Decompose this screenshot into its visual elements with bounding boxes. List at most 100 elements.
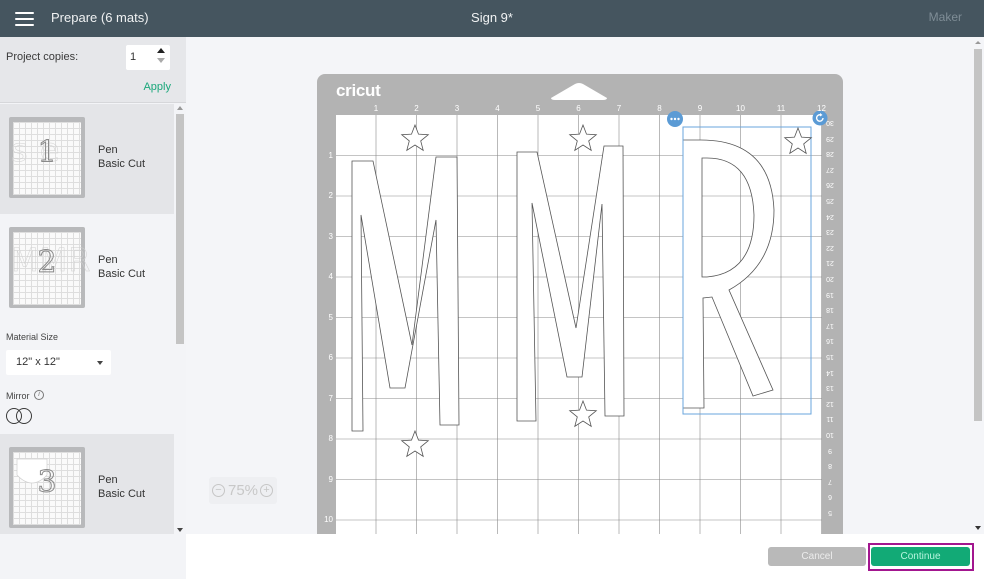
star-shape[interactable] bbox=[400, 429, 430, 458]
mat-item-1[interactable]: s e 1 Pen Basic Cut bbox=[0, 104, 174, 214]
hamburger-menu-icon[interactable] bbox=[15, 12, 34, 26]
ruler-tick-label: 5 bbox=[828, 509, 832, 516]
ruler-tick-label: 16 bbox=[826, 337, 834, 345]
mat-tool: Pen bbox=[98, 254, 118, 266]
ruler-tick-label: 17 bbox=[826, 321, 834, 329]
mat-thumbnail: MMR 2 bbox=[9, 227, 91, 308]
ruler-tick-label: 7 bbox=[616, 104, 622, 113]
mat-settings: Material Size 12" x 12" Mirror i bbox=[0, 324, 174, 434]
mat-number: 3 bbox=[37, 465, 57, 501]
prepare-title: Prepare (6 mats) bbox=[51, 10, 149, 25]
zoom-level: 75% bbox=[228, 482, 259, 499]
star-shape[interactable] bbox=[400, 123, 430, 152]
more-options-icon[interactable] bbox=[666, 110, 684, 128]
mat-thumbnail: s e 1 bbox=[9, 117, 85, 198]
zoom-in-icon[interactable]: + bbox=[260, 484, 273, 497]
machine-name: Maker bbox=[928, 10, 962, 24]
ruler-tick-label: 2 bbox=[414, 104, 419, 113]
ruler-tick-label: 5 bbox=[328, 312, 333, 322]
mat-sidebar: Project copies: 1 Apply s e 1 Pen Basic … bbox=[0, 37, 186, 579]
letter-m-1[interactable] bbox=[351, 156, 460, 432]
ruler-tick-label: 27 bbox=[826, 165, 834, 173]
mat-thumbnail: 3 bbox=[9, 447, 85, 528]
ruler-tick-label: 6 bbox=[828, 493, 832, 501]
scroll-down-icon[interactable] bbox=[177, 528, 183, 532]
ruler-tick-label: 11 bbox=[776, 104, 786, 113]
letter-r[interactable] bbox=[682, 139, 775, 409]
letter-m-2[interactable] bbox=[516, 145, 625, 422]
ruler-tick-label: 26 bbox=[826, 181, 834, 189]
canvas-scrollbar[interactable] bbox=[971, 37, 984, 534]
mat-number: 2 bbox=[37, 245, 57, 281]
material-size-select[interactable]: 12" x 12" bbox=[6, 350, 111, 375]
mat-item-3[interactable]: 3 Pen Basic Cut bbox=[0, 434, 174, 534]
mat-list: s e 1 Pen Basic Cut MMR 2 Pen Basic Cut … bbox=[0, 104, 174, 534]
ruler-tick-label: 9 bbox=[697, 104, 703, 113]
zoom-out-icon[interactable]: − bbox=[212, 484, 225, 497]
mirror-toggle[interactable] bbox=[6, 408, 33, 424]
cutting-mat: cricut 123 4 5 6 7 8 9 10 11 12 1 2 3 4 … bbox=[317, 74, 843, 544]
mat-handle-icon bbox=[551, 83, 607, 100]
ruler-tick-label: 6 bbox=[576, 104, 581, 113]
mat-operation: Basic Cut bbox=[98, 268, 146, 280]
material-size-value: 12" x 12" bbox=[16, 356, 60, 368]
ruler-tick-label: 4 bbox=[495, 104, 500, 113]
decrement-arrow-icon[interactable] bbox=[157, 58, 165, 63]
ruler-tick-label: 22 bbox=[826, 243, 834, 251]
ruler-tick-label: 8 bbox=[657, 104, 662, 113]
top-bar: Prepare (6 mats) Sign 9* Maker bbox=[0, 0, 984, 37]
apply-button[interactable]: Apply bbox=[143, 81, 171, 93]
project-copies-label: Project copies: bbox=[6, 51, 79, 63]
ruler-tick-label: 7 bbox=[828, 477, 832, 485]
scroll-up-icon[interactable] bbox=[975, 41, 981, 44]
scrollbar-thumb[interactable] bbox=[974, 49, 982, 421]
ruler-tick-label: 20 bbox=[826, 275, 834, 282]
ruler-tick-label: 14 bbox=[826, 368, 834, 376]
scroll-up-icon[interactable] bbox=[177, 106, 183, 110]
scrollbar-thumb[interactable] bbox=[176, 114, 184, 344]
project-copies-panel: Project copies: 1 Apply bbox=[0, 37, 186, 103]
chevron-down-icon bbox=[97, 361, 103, 365]
ruler-tick-label: 11 bbox=[826, 415, 834, 423]
cancel-button[interactable]: Cancel bbox=[768, 547, 866, 566]
ruler-tick-label: 19 bbox=[826, 290, 834, 298]
ruler-tick-label: 28 bbox=[826, 150, 834, 158]
design-canvas bbox=[336, 115, 822, 535]
mat-operation: Basic Cut bbox=[98, 158, 146, 170]
info-icon[interactable]: i bbox=[34, 390, 44, 400]
mat-grid bbox=[336, 115, 822, 535]
continue-button[interactable]: Continue bbox=[871, 547, 970, 566]
ruler-tick-label: 15 bbox=[826, 353, 834, 360]
sidebar-scrollbar[interactable] bbox=[174, 104, 186, 534]
star-shape[interactable] bbox=[568, 399, 598, 428]
ruler-tick-label: 7 bbox=[328, 393, 333, 403]
ruler-tick-label: 12 bbox=[826, 399, 834, 407]
mat-tool: Pen bbox=[98, 474, 118, 486]
ruler-tick-label: 9 bbox=[328, 474, 333, 484]
ruler-tick-label: 10 bbox=[736, 104, 745, 113]
zoom-control: − 75% + bbox=[209, 477, 277, 504]
mat-tool: Pen bbox=[98, 144, 118, 156]
ruler-tick-label: 13 bbox=[826, 384, 834, 392]
ruler-tick-label: 8 bbox=[328, 434, 333, 443]
ruler-tick-label: 18 bbox=[826, 306, 834, 314]
scroll-down-icon[interactable] bbox=[975, 526, 981, 530]
ruler-tick-label: 1 bbox=[328, 150, 333, 160]
mat-operation: Basic Cut bbox=[98, 488, 146, 500]
star-shape[interactable] bbox=[568, 123, 598, 152]
ruler-tick-label: 6 bbox=[328, 353, 333, 362]
ruler-tick-label: 3 bbox=[328, 231, 333, 241]
material-size-label: Material Size bbox=[6, 332, 59, 342]
project-copies-stepper[interactable]: 1 bbox=[126, 45, 170, 70]
project-copies-value[interactable]: 1 bbox=[130, 51, 136, 63]
ruler-tick-label: 10 bbox=[826, 431, 834, 438]
ruler-tick-label: 12 bbox=[817, 104, 826, 113]
ruler-tick-label: 1 bbox=[373, 104, 379, 113]
star-shape[interactable] bbox=[783, 126, 813, 155]
ruler-tick-label: 29 bbox=[826, 134, 834, 142]
mat-item-2[interactable]: MMR 2 Pen Basic Cut bbox=[0, 214, 174, 324]
ruler-tick-label: 5 bbox=[535, 104, 541, 113]
ruler-tick-label: 9 bbox=[828, 446, 832, 454]
ruler-tick-label: 4 bbox=[328, 272, 333, 281]
increment-arrow-icon[interactable] bbox=[157, 48, 165, 53]
